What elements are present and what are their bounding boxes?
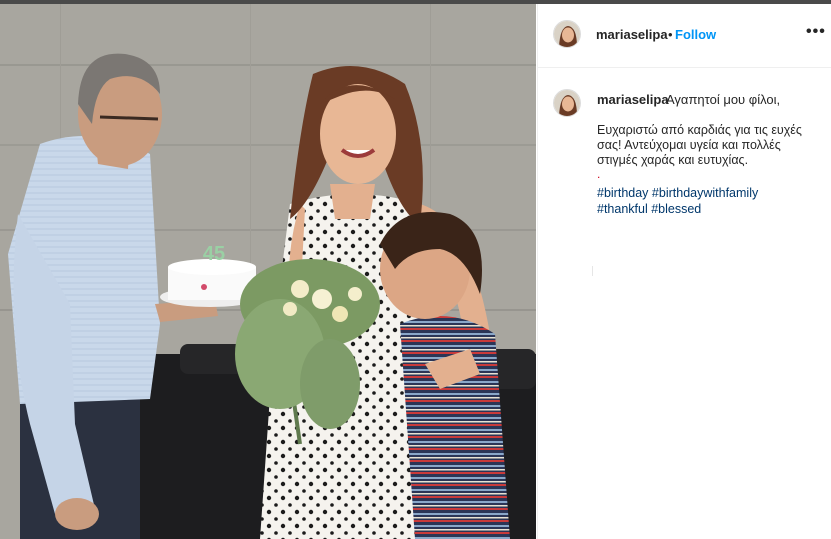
hashtag-link[interactable]: #thankful (597, 202, 648, 216)
more-options-icon[interactable]: ••• (806, 24, 826, 40)
follow-button[interactable]: Follow (675, 27, 716, 42)
hashtag-link[interactable]: #birthdaywithfamily (652, 186, 758, 200)
caption-line: Ευχαριστώ από καρδιάς για τις ευχές (597, 123, 802, 137)
cake-candles: 45 (203, 243, 225, 265)
hashtag-link[interactable]: #blessed (651, 202, 701, 216)
caption-first-line: Αγαπητοί μου φίλοι, (666, 92, 781, 107)
caption-dot: . (597, 167, 601, 181)
hashtag-link[interactable]: #birthday (597, 186, 648, 200)
post-username[interactable]: mariaselipa (596, 27, 668, 42)
caption-avatar[interactable] (553, 89, 581, 117)
avatar[interactable] (553, 20, 581, 48)
caption-username[interactable]: mariaselipa (597, 92, 669, 107)
post-header: mariaselipa • Follow ••• (538, 4, 831, 68)
hashtag-row: #thankful #blessed (597, 201, 701, 217)
divider-mark (592, 266, 593, 276)
separator-dot: • (668, 27, 673, 42)
post-photo[interactable]: 45 (0, 4, 536, 539)
caption-line: στιγμές χαράς και ευτυχίας. (597, 153, 749, 167)
hashtag-row: #birthday #birthdaywithfamily (597, 185, 758, 201)
post-side-panel: mariaselipa • Follow ••• mariaselipa Αγα… (537, 4, 831, 539)
caption-line: σας! Αντεύχομαι υγεία και πολλές (597, 138, 781, 152)
